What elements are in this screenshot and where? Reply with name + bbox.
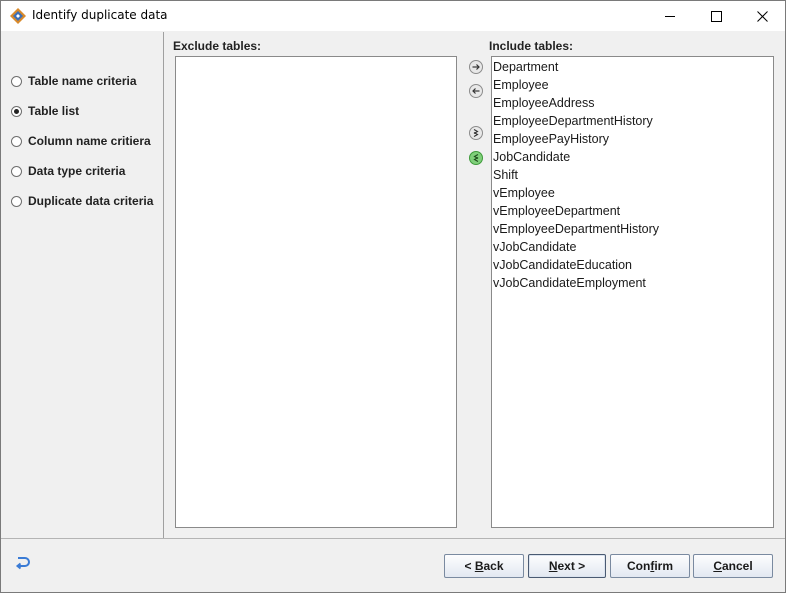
exclude-tables-label: Exclude tables: <box>173 39 262 53</box>
radio-table-name-criteria[interactable] <box>11 75 22 87</box>
next-button[interactable]: Next > <box>528 554 606 578</box>
nav-label: Table name criteria <box>28 74 137 88</box>
list-item[interactable]: vJobCandidateEducation <box>493 256 632 274</box>
cancel-label-rest: ancel <box>721 559 753 573</box>
footer-separator <box>1 538 785 539</box>
move-all-right-icon[interactable] <box>468 125 484 141</box>
back-label-mnemonic: B <box>474 559 484 573</box>
confirm-label-rest: irm <box>654 559 673 573</box>
move-right-icon[interactable] <box>468 59 484 75</box>
undo-icon[interactable] <box>14 554 32 570</box>
list-item[interactable]: Employee <box>493 76 549 94</box>
list-item[interactable]: vJobCandidateEmployment <box>493 274 646 292</box>
list-item[interactable]: JobCandidate <box>493 148 570 166</box>
nav-label: Table list <box>28 104 80 118</box>
list-item[interactable]: vEmployeeDepartmentHistory <box>493 220 659 238</box>
minimize-icon <box>664 15 675 17</box>
nav-label: Duplicate data criteria <box>28 194 154 208</box>
nav-label: Data type criteria <box>28 164 126 178</box>
radio-data-type-criteria[interactable] <box>11 165 22 177</box>
include-tables-list[interactable]: Department Employee EmployeeAddress Empl… <box>491 56 774 528</box>
list-item[interactable]: EmployeeAddress <box>493 94 594 112</box>
list-item[interactable]: Shift <box>493 166 518 184</box>
list-item[interactable]: EmployeeDepartmentHistory <box>493 112 653 130</box>
cancel-label-mnemonic: C <box>713 559 722 573</box>
list-item[interactable]: EmployeePayHistory <box>493 130 609 148</box>
title-bar: Identify duplicate data <box>1 1 785 31</box>
next-label-rest: ext > <box>557 559 586 573</box>
window-title: Identify duplicate data <box>32 8 168 22</box>
maximize-button[interactable] <box>693 1 739 31</box>
nav-table-list[interactable]: Table list <box>11 102 79 120</box>
back-button[interactable]: < Back <box>444 554 524 578</box>
list-item[interactable]: vEmployeeDepartment <box>493 202 620 220</box>
confirm-button[interactable]: Con f irm <box>610 554 690 578</box>
criteria-sidebar: Table name criteria Table list Column na… <box>1 32 164 538</box>
dialog-window: Identify duplicate data Table name crite… <box>0 0 786 593</box>
move-left-icon[interactable] <box>468 83 484 99</box>
close-icon <box>756 10 768 22</box>
radio-table-list[interactable] <box>11 105 22 117</box>
radio-duplicate-data-criteria[interactable] <box>11 195 22 207</box>
list-item[interactable]: vEmployee <box>493 184 555 202</box>
list-item[interactable]: Department <box>493 58 558 76</box>
radio-column-name-criteria[interactable] <box>11 135 22 147</box>
back-label-rest: ack <box>483 559 504 573</box>
exclude-tables-list[interactable] <box>175 56 457 528</box>
maximize-icon <box>710 10 722 22</box>
confirm-label-pre: Con <box>626 559 651 573</box>
nav-column-name-criteria[interactable]: Column name critiera <box>11 132 151 150</box>
cancel-button[interactable]: Cancel <box>693 554 773 578</box>
close-button[interactable] <box>739 1 785 31</box>
app-logo-icon <box>10 8 26 24</box>
back-label-prefix: < <box>464 559 475 573</box>
next-label-mnemonic: N <box>548 559 558 573</box>
minimize-button[interactable] <box>647 1 693 31</box>
move-all-left-icon[interactable] <box>468 150 484 166</box>
include-tables-label: Include tables: <box>489 39 574 53</box>
nav-data-type-criteria[interactable]: Data type criteria <box>11 162 125 180</box>
list-item[interactable]: vJobCandidate <box>493 238 576 256</box>
nav-duplicate-data-criteria[interactable]: Duplicate data criteria <box>11 192 153 210</box>
nav-table-name-criteria[interactable]: Table name criteria <box>11 72 137 90</box>
nav-label: Column name critiera <box>28 134 151 148</box>
